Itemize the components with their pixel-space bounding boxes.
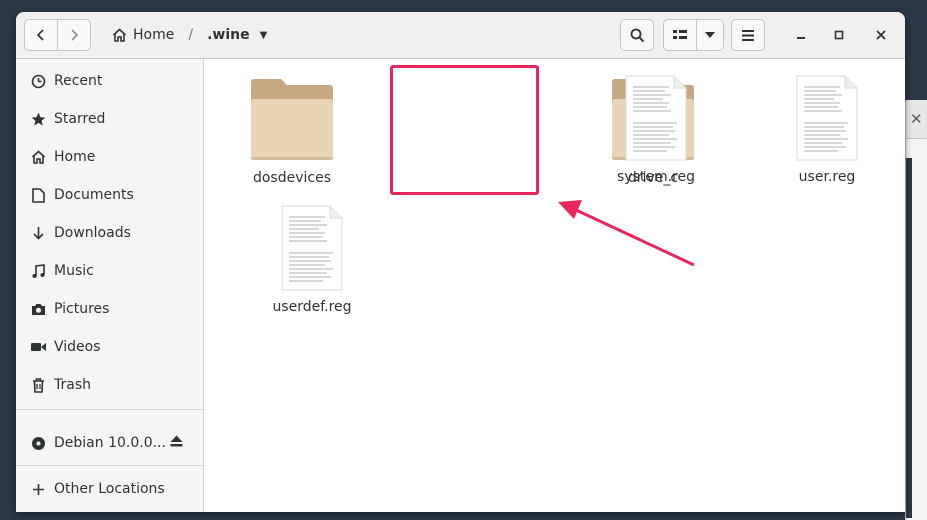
sidebar-item-music[interactable]: Music [16,253,203,289]
go-forward-icon [71,29,79,41]
hamburger-menu-icon [742,29,754,41]
sidebar-item-label: Pictures [54,301,110,317]
sidebar-item-label: Other Locations [54,481,165,497]
annotation-arrow [558,200,695,267]
file-manager-window: Home / .wine ▼ Recent Starred Home Docum… [16,12,905,512]
sidebar-item-pictures[interactable]: Pictures [16,291,203,327]
sidebar-item-other-locations[interactable]: Other Locations [16,471,203,507]
plus-icon [30,481,46,497]
go-back-icon [36,29,44,41]
search-icon [630,28,644,42]
background-window-titlebar: ✕ [906,100,927,139]
sidebar-item-trash[interactable]: Trash [16,367,203,403]
sidebar-item-label: Documents [54,187,134,203]
clock-icon [30,73,46,89]
maximize-icon [834,30,844,40]
download-icon [30,225,46,241]
view-buttons [663,19,724,51]
star-icon [30,111,46,127]
sidebar: Recent Starred Home Documents Downloads … [16,59,204,512]
navigation-buttons [24,19,92,51]
sidebar-item-home[interactable]: Home [16,139,203,175]
document-icon [30,187,46,203]
home-icon [112,28,127,42]
sidebar-item-label: Trash [54,377,91,393]
breadcrumb-separator: / [188,27,194,43]
sidebar-item-recent[interactable]: Recent [16,63,203,99]
sidebar-item-label: Debian 10.0.0... [54,435,166,451]
close-icon [876,30,886,40]
breadcrumb-current-label: .wine [207,27,250,43]
eject-icon[interactable] [170,435,183,451]
home-icon [30,149,46,165]
sidebar-separator [16,465,203,466]
sidebar-item-debian-disc[interactable]: Debian 10.0.0... [16,425,203,461]
view-list-button[interactable] [663,19,697,51]
sidebar-item-videos[interactable]: Videos [16,329,203,365]
background-close-icon[interactable]: ✕ [910,110,923,128]
sidebar-item-label: Downloads [54,225,131,241]
sidebar-item-label: Videos [54,339,101,355]
breadcrumb-home-label: Home [133,27,175,43]
sidebar-item-label: Home [54,149,96,165]
view-list-icon [673,30,687,39]
minimize-button[interactable] [790,24,812,46]
background-window: ✕ [905,100,927,520]
header-bar: Home / .wine ▼ [16,12,905,59]
trash-icon [30,377,46,393]
sidebar-item-label: Music [54,263,94,279]
breadcrumb-current[interactable]: .wine ▼ [203,19,271,51]
background-window-edge [906,158,912,518]
music-icon [30,263,46,279]
close-button[interactable] [870,24,892,46]
chevron-down-icon: ▼ [259,29,268,41]
file-view: dosdevices drive_c system.reg user.reg u… [204,59,905,512]
main-menu-button[interactable] [731,19,765,51]
sidebar-item-documents[interactable]: Documents [16,177,203,213]
forward-button[interactable] [57,19,91,51]
sidebar-separator [16,409,203,410]
sidebar-item-downloads[interactable]: Downloads [16,215,203,251]
camera-icon [30,301,46,317]
dropdown-icon [705,32,715,38]
video-icon [30,339,46,355]
sidebar-item-label: Starred [54,111,106,127]
path-bar: Home / .wine ▼ [108,19,271,51]
minimize-icon [797,37,805,39]
maximize-button[interactable] [828,24,850,46]
view-options-button[interactable] [696,19,724,51]
back-button[interactable] [24,19,58,51]
disc-icon [30,435,46,451]
search-button[interactable] [620,19,654,51]
sidebar-item-label: Recent [54,73,103,89]
sidebar-item-starred[interactable]: Starred [16,101,203,137]
breadcrumb-home[interactable]: Home [108,19,178,51]
